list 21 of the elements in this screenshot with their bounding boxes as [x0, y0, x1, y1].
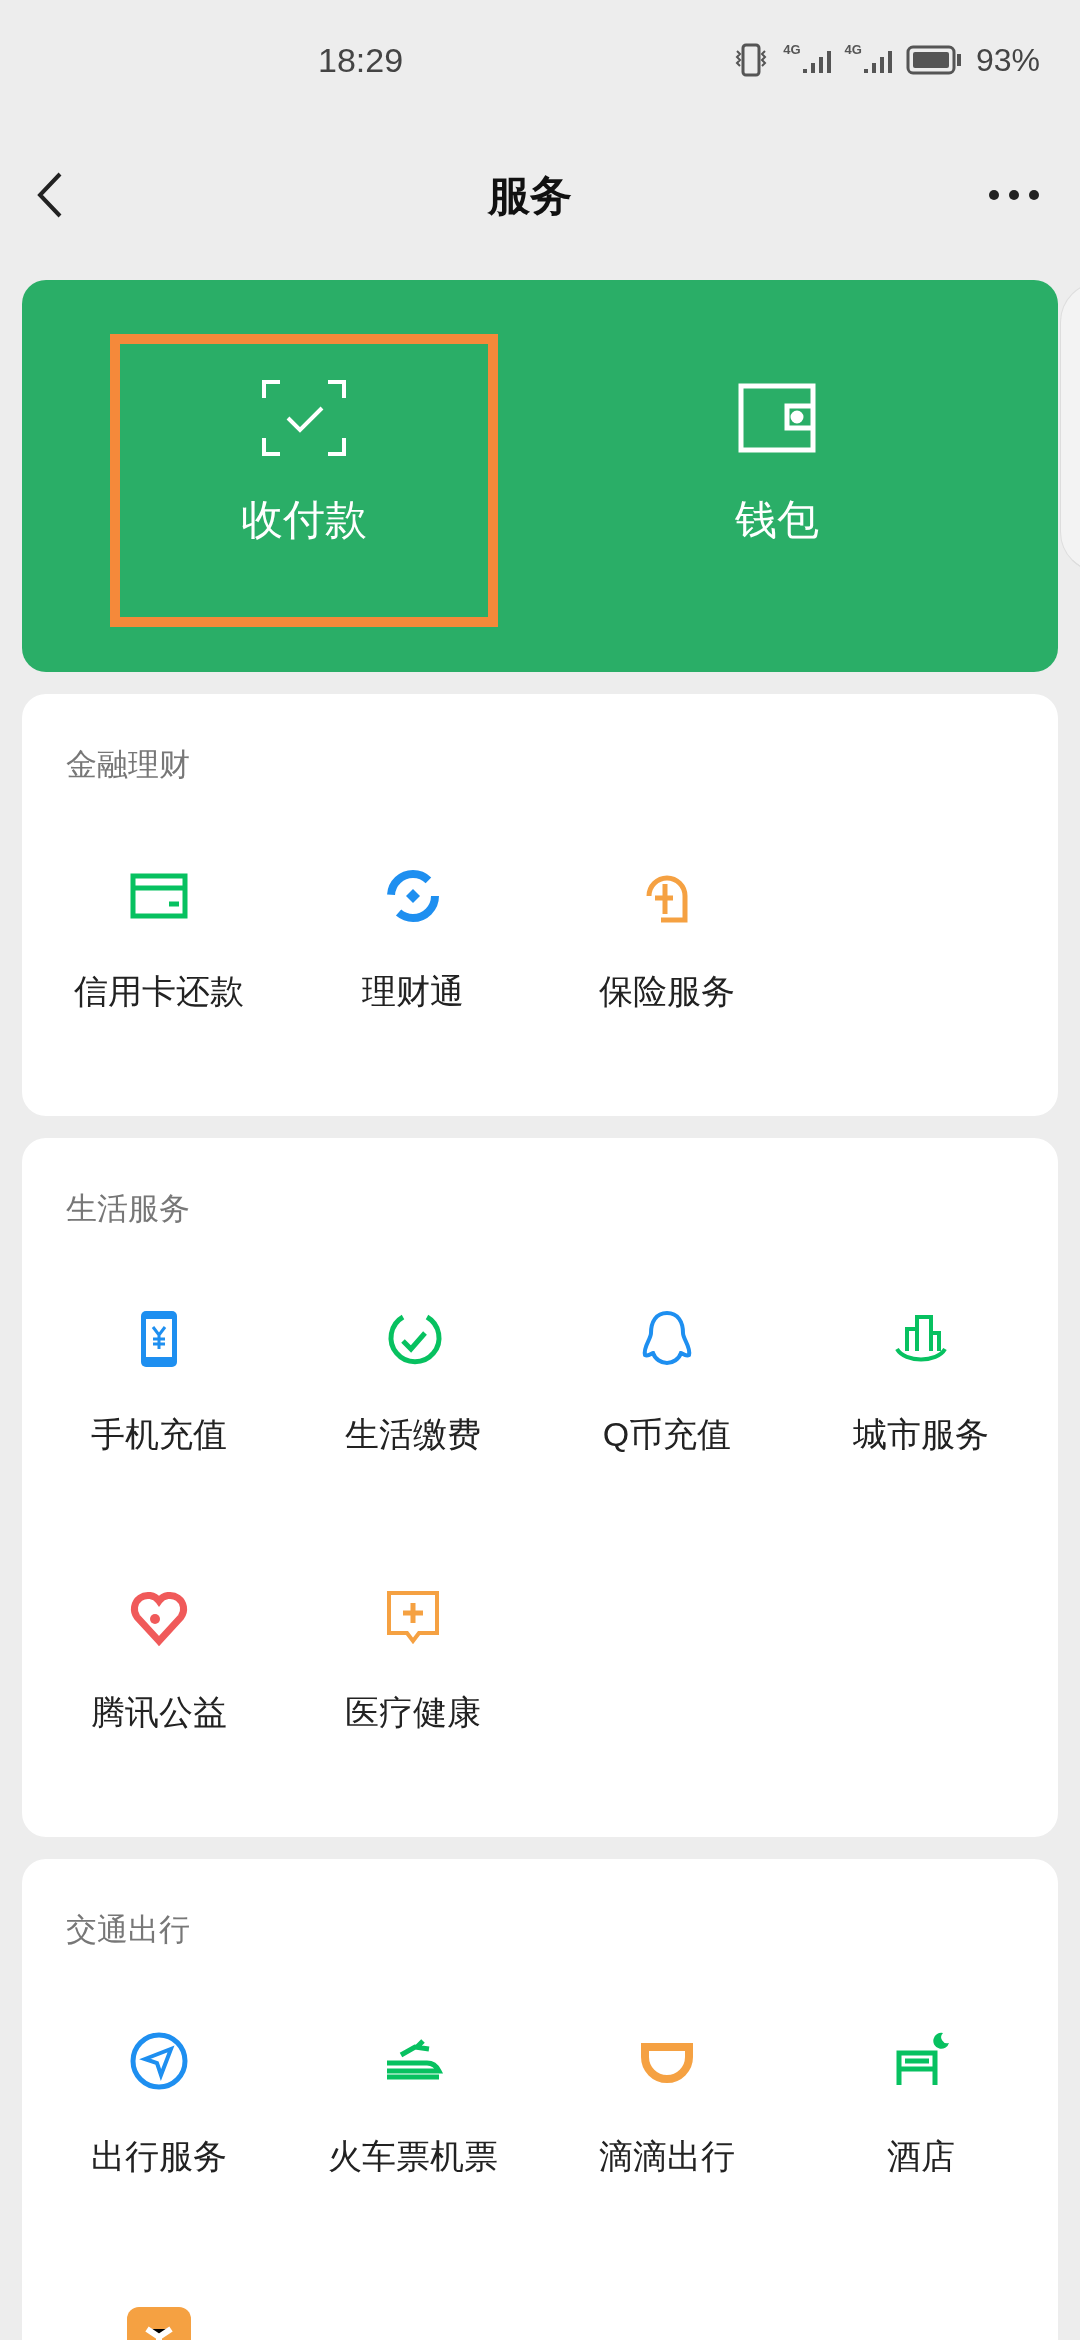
service-item[interactable]: 手机充值 [32, 1307, 286, 1460]
service-item[interactable]: Q币充值 [540, 1307, 794, 1460]
service-item[interactable]: 腾讯公益 [32, 1585, 286, 1738]
service-item[interactable]: 保险服务 [540, 863, 794, 1017]
service-item[interactable]: 医疗健康 [286, 1585, 540, 1738]
battery-percent: 93% [975, 41, 1040, 80]
network-type: 4G [783, 43, 801, 56]
service-item[interactable]: 酒店 [794, 2028, 1048, 2182]
service-item[interactable]: 理财通 [286, 863, 540, 1017]
status-time: 18:29 [318, 39, 404, 81]
section-title: 金融理财 [66, 747, 190, 782]
network-type: 4G [844, 43, 862, 56]
section-title: 生活服务 [66, 1190, 190, 1226]
page-title: 服务 [488, 170, 572, 221]
service-item[interactable]: 信用卡还款 [32, 863, 286, 1017]
service-item[interactable]: 生活缴费 [286, 1307, 540, 1460]
service-item[interactable]: 滴滴出行 [540, 2028, 794, 2182]
service-item[interactable]: 火车票机票 [286, 2028, 540, 2182]
service-item[interactable]: 城市服务 [794, 1307, 1048, 1460]
section-title: 交通出行 [66, 1912, 190, 1947]
service-item[interactable]: 出行服务 [32, 2028, 286, 2182]
